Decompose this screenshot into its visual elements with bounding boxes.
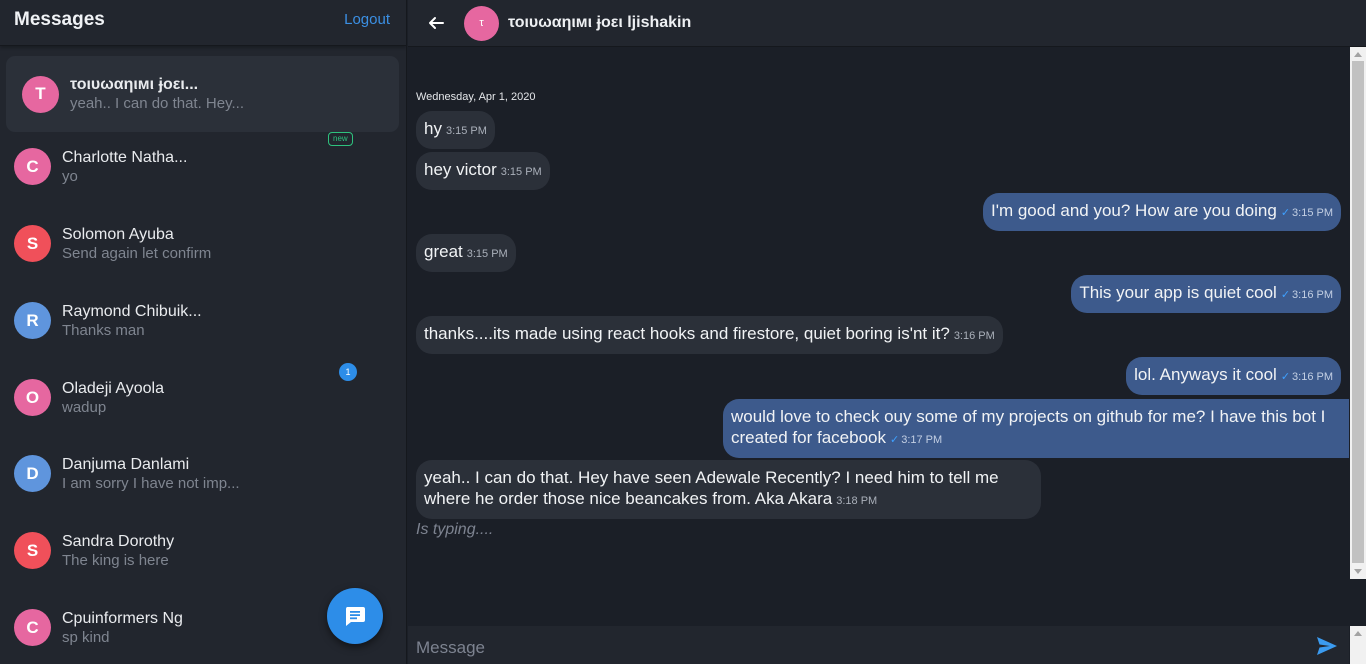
conversation-preview: sp kind (62, 628, 110, 646)
read-check-icon: ✓ (1280, 289, 1291, 301)
conversation-preview: yo (62, 167, 78, 185)
conversation-name: Danjuma Danlami (62, 455, 190, 473)
composer-scrollbar[interactable] (1350, 626, 1366, 664)
message-time: 3:15 PM (466, 248, 508, 260)
conversation-item[interactable]: S Sandra Dorothy The king is here (0, 512, 406, 589)
read-check-icon: ✓ (1280, 371, 1291, 383)
new-message-icon (345, 607, 365, 626)
message-time: 3:18 PM (836, 495, 878, 507)
message-scrollbar[interactable] (1350, 47, 1366, 579)
avatar: T (22, 75, 59, 113)
conversation-sidebar: Messages Logout T τοιυωαηιмι ɉοει... yea… (0, 0, 407, 664)
message-outgoing: I'm good and you? How are you doing ✓ 3:15… (982, 193, 1341, 231)
conversation-preview: yeah.. I can do that. Hey... (70, 95, 244, 112)
conversation-preview: Thanks man (62, 321, 145, 339)
conversation-item[interactable]: C Charlotte Natha... yo new (0, 128, 406, 205)
message-composer (408, 626, 1349, 664)
send-button[interactable] (1316, 636, 1338, 661)
send-icon (1317, 637, 1337, 655)
typing-indicator: Is typing.... (416, 521, 494, 538)
scroll-down-arrow-icon[interactable] (1354, 569, 1362, 574)
sidebar-header: Messages Logout (0, 0, 406, 46)
contact-avatar: τ (464, 5, 499, 41)
scrollbar-thumb[interactable] (1352, 61, 1364, 563)
new-message-button[interactable] (327, 588, 383, 644)
logout-link[interactable]: Logout (344, 11, 390, 28)
conversation-item[interactable]: D Danjuma Danlami I am sorry I have not … (0, 435, 406, 512)
read-check-icon: ✓ (889, 434, 900, 446)
conversation-name: Cpuinformers Ng (62, 609, 183, 627)
message-time: 3:16 PM (1292, 371, 1333, 383)
conversation-item[interactable]: R Raymond Chibuik... Thanks man (0, 282, 406, 359)
date-separator: Wednesday, Apr 1, 2020 (416, 91, 536, 103)
avatar: C (14, 609, 51, 646)
chat-panel: τ τοιυωαηιмι ɉοει ljishakin Wednesday, A… (408, 0, 1366, 664)
message-time: 3:16 PM (953, 330, 995, 342)
conversation-item-active[interactable]: T τοιυωαηιмι ɉοει... yeah.. I can do tha… (6, 56, 399, 132)
scroll-up-arrow-icon[interactable] (1354, 631, 1362, 636)
message-time: 3:15 PM (1292, 207, 1333, 219)
conversation-name: Sandra Dorothy (62, 532, 175, 550)
sidebar-title: Messages (14, 8, 105, 30)
arrow-left-icon (429, 17, 444, 29)
message-outgoing: would love to check ouy some of my proje… (723, 399, 1349, 458)
message-text: I'm good and you? How are you doing (990, 201, 1277, 220)
scroll-up-arrow-icon[interactable] (1354, 52, 1362, 57)
conversation-item[interactable]: O Oladeji Ayoola wadup 1 (0, 359, 406, 436)
message-text: great (424, 242, 463, 261)
message-thread: Wednesday, Apr 1, 2020 hy 3:15 PM hey vic… (408, 47, 1349, 579)
message-time: 3:15 PM (500, 166, 542, 178)
avatar: C (14, 148, 51, 185)
avatar: S (14, 225, 51, 262)
conversation-name: Charlotte Natha... (62, 148, 188, 166)
avatar: D (14, 455, 51, 492)
message-text: would love to check ouy some of my proje… (731, 407, 1326, 447)
conversation-list: T τοιυωαηιмι ɉοει... yeah.. I can do tha… (0, 46, 406, 664)
message-text: hey victor (424, 160, 497, 179)
message-text: hy (424, 119, 442, 138)
message-text: lol. Anyways it cool (1134, 365, 1277, 384)
message-time: 3:17 PM (901, 434, 943, 446)
avatar: R (14, 302, 51, 339)
message-incoming: thanks....its made using react hooks and… (416, 316, 1003, 354)
message-incoming: hey victor 3:15 PM (416, 152, 550, 190)
message-incoming: yeah.. I can do that. Hey have seen Adew… (416, 460, 1041, 519)
message-time: 3:15 PM (445, 125, 487, 137)
conversation-preview: wadup (62, 398, 107, 416)
new-badge: new (328, 132, 353, 146)
message-time: 3:16 PM (1292, 289, 1333, 301)
unread-count-badge: 1 (339, 363, 357, 381)
message-text: thanks....its made using react hooks and… (424, 324, 950, 343)
read-check-icon: ✓ (1280, 207, 1291, 219)
message-text: This your app is quiet cool (1079, 283, 1277, 302)
avatar: S (14, 532, 51, 569)
conversation-name: τοιυωαηιмι ɉοει... (70, 76, 199, 93)
conversation-name: Raymond Chibuik... (62, 302, 202, 320)
message-outgoing: lol. Anyways it cool ✓ 3:16 PM (1126, 357, 1341, 395)
conversation-preview: Send again let confirm (62, 244, 212, 262)
message-input[interactable] (408, 638, 1288, 658)
message-text: yeah.. I can do that. Hey have seen Adew… (424, 468, 999, 508)
message-incoming: great 3:15 PM (416, 234, 516, 272)
conversation-preview: The king is here (62, 551, 169, 569)
chat-header: τ τοιυωαηιмι ɉοει ljishakin (408, 0, 1366, 47)
message-incoming: hy 3:15 PM (416, 111, 495, 149)
conversation-item[interactable]: S Solomon Ayuba Send again let confirm (0, 205, 406, 282)
back-button[interactable] (426, 13, 446, 33)
conversation-name: Oladeji Ayoola (62, 379, 164, 397)
avatar: O (14, 379, 51, 416)
contact-name: τοιυωαηιмι ɉοει ljishakin (508, 14, 692, 31)
conversation-preview: I am sorry I have not imp... (62, 474, 240, 492)
conversation-name: Solomon Ayuba (62, 225, 174, 243)
message-outgoing: This your app is quiet cool ✓ 3:16 PM (1071, 275, 1341, 313)
